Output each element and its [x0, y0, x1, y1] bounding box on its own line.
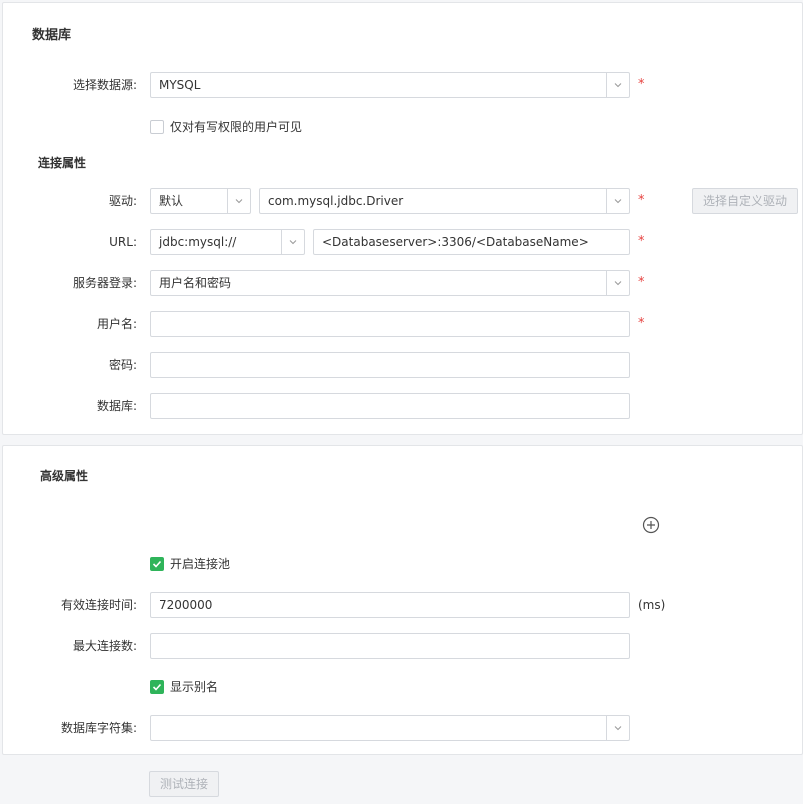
required-marker: * [638, 275, 645, 290]
database-section-title: 数据库 [32, 28, 72, 43]
check-icon [152, 560, 162, 568]
database-name-label: 数据库: [96, 399, 137, 413]
required-marker: * [638, 316, 645, 331]
show-alias-checkbox[interactable] [150, 680, 164, 694]
advanced-section-title: 高级属性 [40, 469, 89, 483]
write-only-checkbox[interactable] [150, 120, 164, 134]
valid-time-input[interactable]: 7200000 [150, 592, 630, 618]
datasource-value: MYSQL [159, 78, 201, 92]
url-prefix-select[interactable]: jdbc:mysql:// [150, 229, 305, 255]
connection-pool-checkbox[interactable] [150, 557, 164, 571]
driver-class-value: com.mysql.jdbc.Driver [268, 194, 404, 208]
datasource-select[interactable]: MYSQL [150, 72, 630, 98]
driver-mode-select[interactable]: 默认 [150, 188, 251, 214]
database-name-input[interactable] [150, 393, 630, 419]
test-connection-button[interactable]: 测试连接 [149, 771, 219, 797]
database-panel: 数据库 选择数据源: MYSQL * 仅对有写权限的用户可见 连接属性 驱动: … [2, 2, 803, 435]
chevron-down-icon[interactable] [606, 716, 629, 740]
connection-pool-label: 开启连接池 [170, 557, 231, 571]
max-connections-label: 最大连接数: [72, 639, 137, 653]
url-prefix-value: jdbc:mysql:// [159, 235, 237, 249]
chevron-down-icon[interactable] [606, 189, 629, 213]
driver-label: 驱动: [108, 194, 137, 208]
datasource-label: 选择数据源: [72, 78, 137, 92]
required-marker: * [638, 234, 645, 249]
driver-mode-value: 默认 [159, 194, 184, 208]
connection-section-title: 连接属性 [38, 156, 87, 170]
valid-time-label: 有效连接时间: [60, 598, 137, 612]
charset-label: 数据库字符集: [60, 721, 137, 735]
password-input[interactable] [150, 352, 630, 378]
server-login-value: 用户名和密码 [159, 276, 232, 290]
username-input[interactable] [150, 311, 630, 337]
chevron-down-icon[interactable] [606, 271, 629, 295]
chevron-down-icon[interactable] [227, 189, 250, 213]
server-login-label: 服务器登录: [72, 276, 137, 290]
driver-class-select[interactable]: com.mysql.jdbc.Driver [259, 188, 630, 214]
advanced-panel: 高级属性 开启连接池 有效连接时间: 7200000 (ms) 最大连接数: 显… [2, 445, 803, 755]
required-marker: * [638, 193, 645, 208]
charset-select[interactable] [150, 715, 630, 741]
username-label: 用户名: [96, 317, 137, 331]
check-icon [152, 683, 162, 691]
write-only-checkbox-label: 仅对有写权限的用户可见 [170, 120, 303, 134]
max-connections-input[interactable] [150, 633, 630, 659]
custom-driver-button[interactable]: 选择自定义驱动 [692, 188, 798, 214]
chevron-down-icon[interactable] [281, 230, 304, 254]
url-input[interactable]: <Databaseserver>:3306/<DatabaseName> [313, 229, 630, 255]
url-label: URL: [109, 235, 137, 249]
server-login-select[interactable]: 用户名和密码 [150, 270, 630, 296]
chevron-down-icon[interactable] [606, 73, 629, 97]
plus-circle-icon[interactable] [642, 516, 660, 534]
show-alias-label: 显示别名 [170, 680, 219, 694]
valid-time-unit: (ms) [638, 598, 666, 612]
required-marker: * [638, 77, 645, 92]
password-label: 密码: [108, 358, 137, 372]
